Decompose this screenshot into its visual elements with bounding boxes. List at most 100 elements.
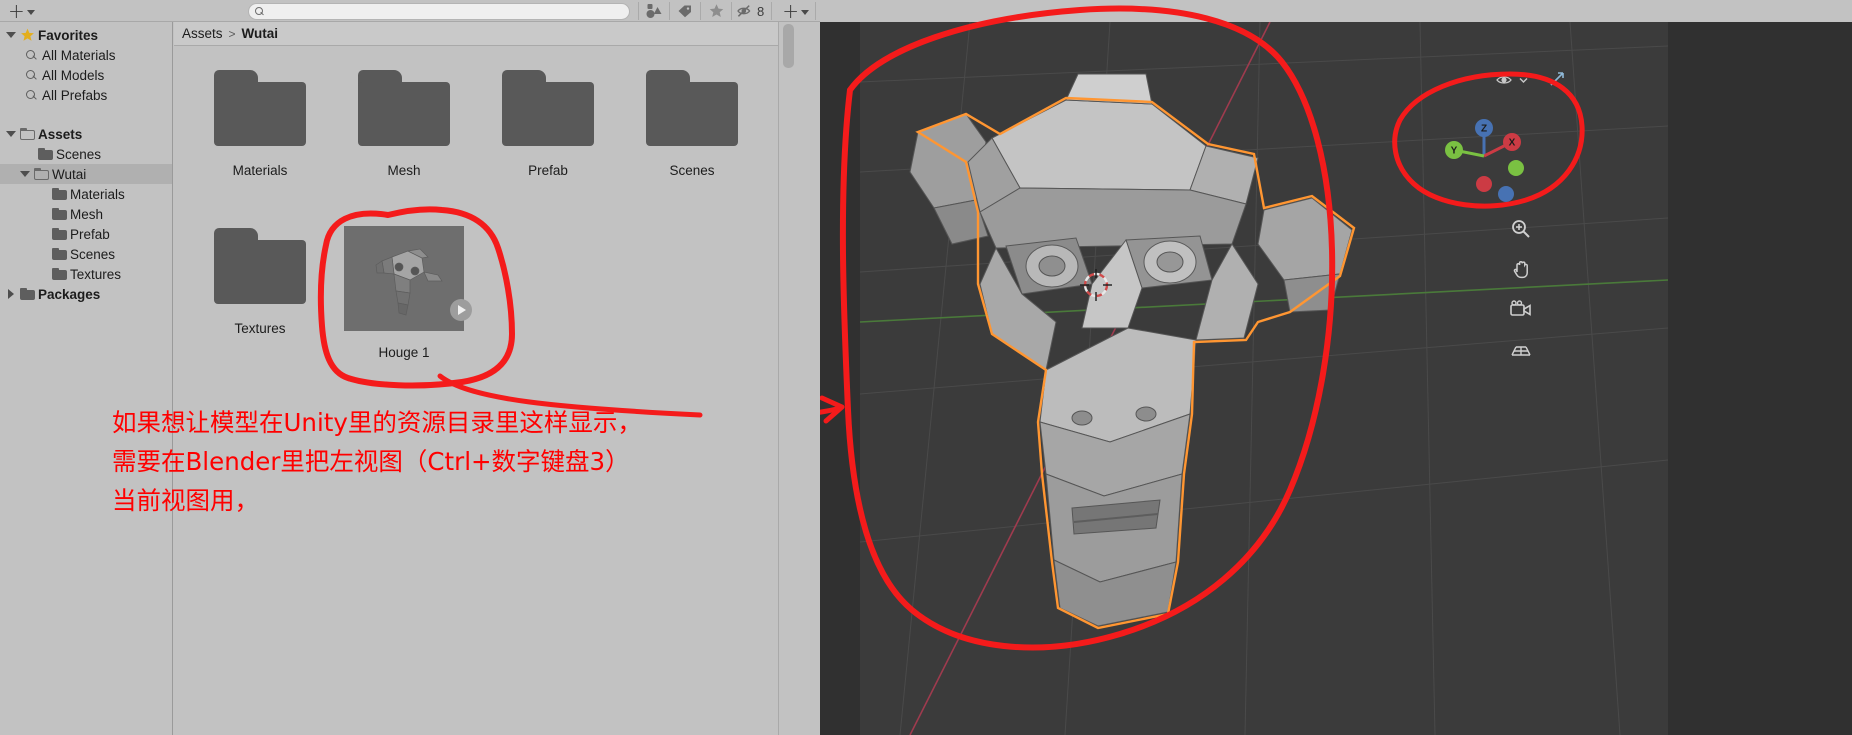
search-input[interactable] xyxy=(268,5,608,18)
asset-item-textures[interactable]: Textures xyxy=(188,226,332,384)
tree-item-wutai[interactable]: Wutai xyxy=(0,164,172,184)
asset-item-houge-1[interactable]: Houge 1 xyxy=(332,226,476,384)
asset-label: Scenes xyxy=(669,163,715,178)
tree-item-wutai-materials[interactable]: Materials xyxy=(0,184,172,204)
viewport-visibility-control[interactable] xyxy=(1495,72,1529,88)
tree-item-wutai-textures[interactable]: Textures xyxy=(0,264,172,284)
play-icon xyxy=(458,305,466,315)
create-asset-button[interactable]: + xyxy=(4,0,39,23)
folder-icon xyxy=(50,208,68,220)
zoom-tool-button[interactable] xyxy=(1504,212,1538,246)
tree-item-assets-scenes[interactable]: Scenes xyxy=(0,144,172,164)
plus-icon: + xyxy=(782,0,799,23)
pan-hand-icon xyxy=(1513,261,1528,279)
plus-icon: + xyxy=(8,0,25,23)
folder-open-icon xyxy=(18,128,36,140)
toggle-ortho-icon xyxy=(1511,346,1531,356)
breadcrumb-current[interactable]: Wutai xyxy=(242,26,279,41)
twisty-expanded-icon[interactable] xyxy=(4,32,18,38)
tree-item-all-models[interactable]: All Models xyxy=(0,65,172,85)
viewport-background xyxy=(860,22,1668,735)
tree-item-label: All Materials xyxy=(42,47,116,63)
asset-thumbnail[interactable] xyxy=(344,226,464,331)
add-button[interactable]: + xyxy=(778,0,813,23)
zoom-icon xyxy=(1512,220,1530,238)
toolbar-divider xyxy=(815,2,816,20)
tree-item-all-prefabs[interactable]: All Prefabs xyxy=(0,85,172,105)
folder-icon xyxy=(50,268,68,280)
project-toolbar: + 8 + xyxy=(0,0,868,22)
screenshot-root: + 8 + Favorites All Materials All Models… xyxy=(0,0,1852,735)
monkey-model-preview-icon xyxy=(375,248,443,315)
blender-3d-viewport[interactable]: Z X Y xyxy=(820,22,1852,735)
asset-label: Materials xyxy=(232,163,288,178)
filter-favorites-button[interactable] xyxy=(703,1,729,21)
folder-icon xyxy=(214,70,306,146)
eye-slash-icon xyxy=(737,5,751,17)
search-icon xyxy=(22,49,40,62)
asset-label: Prefab xyxy=(528,163,568,178)
search-icon xyxy=(22,89,40,102)
toggle-ortho-perspective-button[interactable] xyxy=(1504,334,1538,368)
asset-label: Houge 1 xyxy=(378,345,430,360)
folder-icon xyxy=(214,228,306,304)
chevron-right-icon: > xyxy=(228,26,236,41)
viewport-canvas[interactable] xyxy=(860,22,1668,735)
twisty-collapsed-icon[interactable] xyxy=(4,289,18,299)
twisty-expanded-icon[interactable] xyxy=(4,131,18,137)
gizmo-axis-neg-x[interactable] xyxy=(1476,176,1492,192)
search-field[interactable] xyxy=(248,3,630,20)
tree-item-packages[interactable]: Packages xyxy=(0,284,172,304)
camera-view-button[interactable] xyxy=(1504,292,1538,326)
asset-item-prefab[interactable]: Prefab xyxy=(476,68,620,226)
search-icon xyxy=(255,6,265,17)
blender-viewport-window: ← xyxy=(820,0,1852,735)
folder-icon xyxy=(358,70,450,146)
filter-by-type-button[interactable] xyxy=(641,1,667,21)
asset-item-scenes[interactable]: Scenes xyxy=(620,68,764,226)
project-folder-tree[interactable]: Favorites All Materials All Models All P… xyxy=(0,22,173,735)
breadcrumb-root[interactable]: Assets xyxy=(182,26,223,41)
camera-view-icon xyxy=(1510,300,1531,316)
tree-item-wutai-prefab[interactable]: Prefab xyxy=(0,224,172,244)
project-content-panel: Assets > Wutai Materials Mesh Prefab Sce… xyxy=(174,22,778,735)
star-icon xyxy=(709,4,723,17)
unity-project-window: + 8 + Favorites All Materials All Models… xyxy=(0,0,868,735)
project-scrollbar[interactable] xyxy=(778,22,820,735)
preview-play-button[interactable] xyxy=(450,299,472,321)
tree-item-wutai-mesh[interactable]: Mesh xyxy=(0,204,172,224)
asset-item-mesh[interactable]: Mesh xyxy=(332,68,476,226)
tree-item-favorites[interactable]: Favorites xyxy=(0,25,172,45)
pan-tool-button[interactable] xyxy=(1504,252,1538,286)
gizmo-axis-x-label: X xyxy=(1509,138,1516,149)
tree-item-wutai-scenes[interactable]: Scenes xyxy=(0,244,172,264)
filter-by-label-button[interactable] xyxy=(672,1,698,21)
blender-top-strip xyxy=(820,0,1852,22)
toolbar-divider xyxy=(771,2,773,20)
tree-item-label: Mesh xyxy=(70,206,104,222)
twisty-expanded-icon[interactable] xyxy=(18,171,32,177)
scrollbar-thumb[interactable] xyxy=(783,24,794,68)
toolbar-divider xyxy=(669,2,670,20)
tree-item-assets[interactable]: Assets xyxy=(0,124,172,144)
tree-item-label: Assets xyxy=(38,126,83,142)
tree-item-label: Wutai xyxy=(52,166,87,182)
viewport-left-gutter xyxy=(820,22,860,735)
tree-item-label: Packages xyxy=(38,286,101,302)
asset-item-materials[interactable]: Materials xyxy=(188,68,332,226)
viewport-gizmo-extra-icon[interactable] xyxy=(1548,70,1566,93)
navigation-gizmo[interactable]: Z X Y xyxy=(1430,102,1538,210)
chevron-down-icon[interactable] xyxy=(1518,75,1529,85)
folder-open-icon xyxy=(32,168,50,180)
hidden-objects-toggle[interactable] xyxy=(734,1,756,21)
asset-label: Textures xyxy=(234,321,286,336)
tree-item-label: Materials xyxy=(70,186,125,202)
tree-item-label: All Models xyxy=(42,67,105,83)
tree-item-label: All Prefabs xyxy=(42,87,108,103)
tree-item-all-materials[interactable]: All Materials xyxy=(0,45,172,65)
gizmo-axis-neg-y[interactable] xyxy=(1508,160,1524,176)
breadcrumb: Assets > Wutai xyxy=(174,22,778,46)
gizmo-axis-neg-z[interactable] xyxy=(1498,186,1514,202)
eye-icon[interactable] xyxy=(1495,72,1515,88)
